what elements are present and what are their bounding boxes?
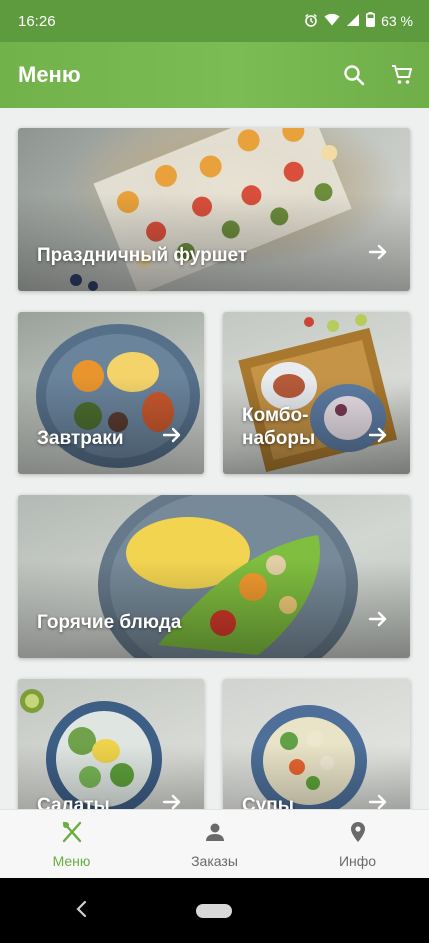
nav-item-label: Инфо: [338, 852, 377, 869]
battery-icon: [366, 12, 376, 30]
category-label: Супы: [242, 795, 294, 809]
back-icon[interactable]: [74, 898, 88, 926]
alarm-icon: [304, 13, 318, 30]
category-card-buffet[interactable]: Праздничный фуршет: [18, 128, 410, 291]
nav-item-label: Заказы: [191, 852, 238, 869]
category-card-combo[interactable]: Комбо-наборы: [223, 312, 410, 474]
category-label: Завтраки: [37, 428, 124, 449]
category-card-hot-dishes[interactable]: Горячие блюда: [18, 495, 410, 658]
arrow-right-icon: [368, 609, 388, 634]
nav-item-menu[interactable]: Меню: [0, 810, 143, 878]
wifi-icon: [324, 13, 340, 29]
home-pill-icon[interactable]: [196, 904, 232, 918]
page-title: Меню: [18, 62, 81, 87]
person-icon: [203, 820, 227, 847]
signal-icon: [346, 13, 360, 30]
nav-item-info[interactable]: Инфо: [286, 810, 429, 878]
category-card-breakfast[interactable]: Завтраки: [18, 312, 204, 474]
fork-knife-icon: [60, 820, 84, 847]
search-icon[interactable]: [343, 64, 365, 86]
nav-item-label: Меню: [52, 852, 91, 869]
arrow-right-icon: [162, 425, 182, 450]
bottom-navigation: Меню Заказы Инфо: [0, 809, 429, 878]
app-bar: Меню: [0, 42, 429, 108]
nav-item-orders[interactable]: Заказы: [143, 810, 286, 878]
category-label: Горячие блюда: [37, 612, 182, 633]
arrow-right-icon: [162, 792, 182, 809]
status-icons: 63 %: [304, 12, 413, 30]
arrow-right-icon: [368, 792, 388, 809]
cart-icon[interactable]: [391, 64, 413, 86]
status-time: 16:26: [18, 12, 56, 30]
arrow-right-icon: [368, 242, 388, 267]
arrow-right-icon: [368, 425, 388, 450]
location-pin-icon: [346, 820, 370, 847]
system-navigation-bar: [0, 878, 429, 943]
category-card-soups[interactable]: Супы: [223, 679, 410, 809]
category-card-salads[interactable]: Салаты: [18, 679, 204, 809]
menu-categories: Праздничный фуршет Завтраки Комбо-наборы…: [0, 108, 429, 809]
category-label: Праздничный фуршет: [37, 245, 248, 266]
status-bar: 16:26 63 %: [0, 0, 429, 42]
category-label: Комбо-наборы: [242, 405, 316, 449]
battery-level: 63 %: [381, 13, 413, 29]
category-label: Салаты: [37, 795, 110, 809]
